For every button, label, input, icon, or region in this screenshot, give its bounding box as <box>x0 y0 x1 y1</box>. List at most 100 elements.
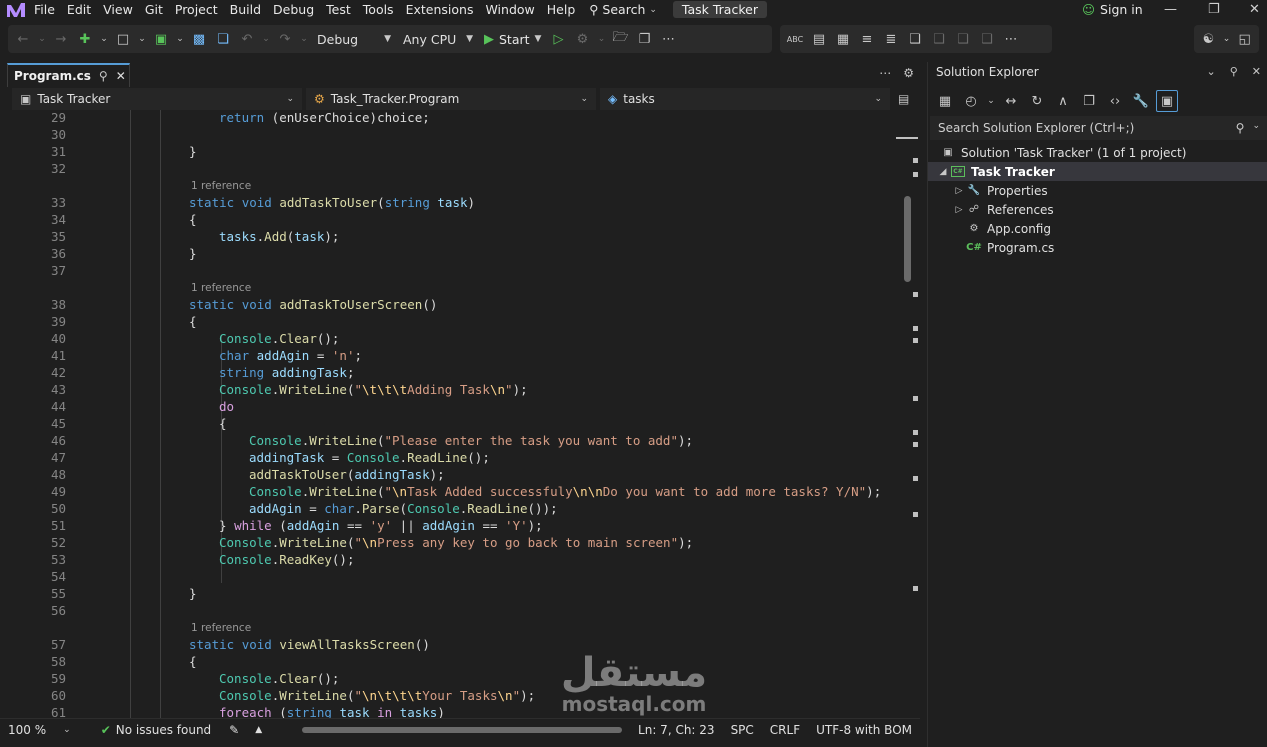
save-icon[interactable]: ▩ <box>188 28 210 50</box>
comment-icon[interactable]: ▤ <box>808 28 830 50</box>
platform-dropdown[interactable]: Any CPU ▼ <box>398 28 478 50</box>
collapse-all-icon[interactable]: ∧ <box>1052 90 1074 112</box>
chevron-down-icon[interactable]: ⌄ <box>174 28 186 50</box>
chevron-down-icon[interactable]: ⌄ <box>298 28 310 50</box>
feedback-icon[interactable]: ◱ <box>1234 28 1255 50</box>
gear-icon[interactable]: ⚙ <box>903 66 914 80</box>
menu-tools[interactable]: Tools <box>357 0 400 19</box>
more-icon[interactable]: ⋯ <box>1000 28 1022 50</box>
tree-item-solution[interactable]: ▣ Solution 'Task Tracker' (1 of 1 projec… <box>928 143 1267 162</box>
show-all-files-icon[interactable]: ❐ <box>1078 90 1100 112</box>
sign-in-button[interactable]: ☺ Sign in <box>1082 0 1143 19</box>
bookmark-icon[interactable]: ❑ <box>904 28 926 50</box>
menu-help[interactable]: Help <box>541 0 582 19</box>
tree-item-project[interactable]: ◢ C# Task Tracker <box>928 162 1267 181</box>
menu-debug[interactable]: Debug <box>267 0 320 19</box>
sync-icon[interactable]: ↔ <box>1000 90 1022 112</box>
collapsed-triangle-icon[interactable]: ▷ <box>952 205 966 215</box>
chevron-down-icon[interactable]: ⌄ <box>986 90 996 112</box>
back-icon[interactable]: ← <box>12 28 34 50</box>
tree-item-program-cs[interactable]: C# Program.cs <box>928 238 1267 257</box>
pin-icon[interactable]: ⚲ <box>1230 65 1238 78</box>
close-icon[interactable]: ✕ <box>1252 65 1261 78</box>
find-in-files-icon[interactable]: 🗁 <box>609 28 631 50</box>
chevron-down-icon[interactable]: ⌄ <box>260 28 272 50</box>
wrench-icon[interactable]: 🔧 <box>1130 90 1152 112</box>
undo-icon[interactable]: ↶ <box>236 28 258 50</box>
more-icon[interactable]: ⋯ <box>879 66 891 80</box>
next-bookmark-icon[interactable]: ❑ <box>952 28 974 50</box>
menu-project[interactable]: Project <box>169 0 224 19</box>
codelens-references[interactable]: 1 reference <box>191 180 251 192</box>
codelens-references[interactable]: 1 reference <box>191 282 251 294</box>
chevron-up-icon[interactable]: ▲ <box>247 719 270 741</box>
cursor-position[interactable]: Ln: 7, Ch: 23 <box>630 719 723 741</box>
horizontal-scrollbar[interactable] <box>270 719 623 741</box>
clear-bookmarks-icon[interactable]: ❑ <box>976 28 998 50</box>
forward-icon[interactable]: → <box>50 28 72 50</box>
code-area[interactable]: 29 return (enUserChoice)choice; 30 31} 32 1 r… <box>0 110 920 718</box>
file-encoding[interactable]: UTF-8 with BOM <box>808 719 920 741</box>
history-icon[interactable]: ◴ <box>960 90 982 112</box>
redo-icon[interactable]: ↷ <box>274 28 296 50</box>
solution-search-box[interactable]: Search Solution Explorer (Ctrl+;) ⚲ ⌄ <box>930 116 1267 140</box>
chevron-down-icon[interactable]: ⌄ <box>1221 28 1232 50</box>
restore-button[interactable]: ❐ <box>1208 0 1220 19</box>
menu-build[interactable]: Build <box>224 0 267 19</box>
tree-item-properties[interactable]: ▷ 🔧 Properties <box>928 181 1267 200</box>
horizontal-scrollbar-thumb[interactable] <box>302 726 623 733</box>
code-view-icon[interactable]: ‹› <box>1104 90 1126 112</box>
pin-icon[interactable]: ⚲ <box>99 69 108 83</box>
tree-item-app-config[interactable]: ⚙ App.config <box>928 219 1267 238</box>
issues-indicator[interactable]: ✔ No issues found <box>93 719 219 741</box>
line-endings[interactable]: CRLF <box>762 719 808 741</box>
vertical-scrollbar-thumb[interactable] <box>904 196 911 282</box>
menu-view[interactable]: View <box>97 0 139 19</box>
new-project-icon[interactable]: ✚ <box>74 28 96 50</box>
close-icon[interactable]: ✕ <box>116 69 126 83</box>
search-menu[interactable]: ⚲ Search ⌄ <box>581 2 665 17</box>
refresh-icon[interactable]: ↻ <box>1026 90 1048 112</box>
copilot-icon[interactable]: ☯ <box>1198 28 1219 50</box>
menu-extensions[interactable]: Extensions <box>400 0 480 19</box>
code-cleanup-icon[interactable]: ✎ <box>221 719 247 741</box>
chevron-down-icon[interactable]: ⌄ <box>36 28 48 50</box>
close-window-button[interactable]: ✕ <box>1249 0 1260 19</box>
prev-bookmark-icon[interactable]: ❑ <box>928 28 950 50</box>
add-item-icon[interactable]: ▣ <box>150 28 172 50</box>
chevron-down-icon[interactable]: ⌄ <box>1207 65 1216 78</box>
outdent-icon[interactable]: ≡ <box>856 28 878 50</box>
new-file-icon[interactable]: □ <box>112 28 134 50</box>
start-debugging-button[interactable]: ▶ Start ▼ <box>480 32 545 47</box>
spell-check-icon[interactable]: ABC <box>784 28 806 50</box>
codelens-references[interactable]: 1 reference <box>191 622 251 634</box>
minimize-button[interactable]: — <box>1164 0 1177 19</box>
indent-mode[interactable]: SPC <box>723 719 762 741</box>
tab-program-cs[interactable]: Program.cs ⚲ ✕ <box>7 63 130 87</box>
menu-window[interactable]: Window <box>479 0 540 19</box>
split-window-icon[interactable]: ▤ <box>898 88 909 110</box>
zoom-dropdown[interactable]: 100 % ⌄ <box>0 719 79 741</box>
class-dropdown[interactable]: ⚙ Task_Tracker.Program ⌄ <box>306 88 596 110</box>
tree-item-references[interactable]: ▷ ☍ References <box>928 200 1267 219</box>
visual-studio-logo-icon[interactable] <box>6 0 28 19</box>
menu-edit[interactable]: Edit <box>61 0 97 19</box>
hot-reload-icon[interactable]: ⚙ <box>571 28 593 50</box>
menu-test[interactable]: Test <box>320 0 357 19</box>
menu-git[interactable]: Git <box>139 0 169 19</box>
switch-views-icon[interactable]: ▦ <box>934 90 956 112</box>
window-layout-icon[interactable]: ❐ <box>633 28 655 50</box>
menu-file[interactable]: File <box>28 0 61 19</box>
save-all-icon[interactable]: ❏ <box>212 28 234 50</box>
solution-search-input[interactable]: Search Solution Explorer (Ctrl+;) <box>938 121 1134 135</box>
collapsed-triangle-icon[interactable]: ▷ <box>952 186 966 196</box>
uncomment-icon[interactable]: ▦ <box>832 28 854 50</box>
member-dropdown[interactable]: ◈ tasks ⌄ <box>600 88 890 110</box>
indent-icon[interactable]: ≣ <box>880 28 902 50</box>
preview-icon[interactable]: ▣ <box>1156 90 1178 112</box>
expanded-triangle-icon[interactable]: ◢ <box>936 167 950 177</box>
chevron-down-icon[interactable]: ⌄ <box>98 28 110 50</box>
more-icon[interactable]: ⋯ <box>657 28 679 50</box>
chevron-down-icon[interactable]: ⌄ <box>136 28 148 50</box>
project-dropdown[interactable]: ▣ Task Tracker ⌄ <box>12 88 302 110</box>
